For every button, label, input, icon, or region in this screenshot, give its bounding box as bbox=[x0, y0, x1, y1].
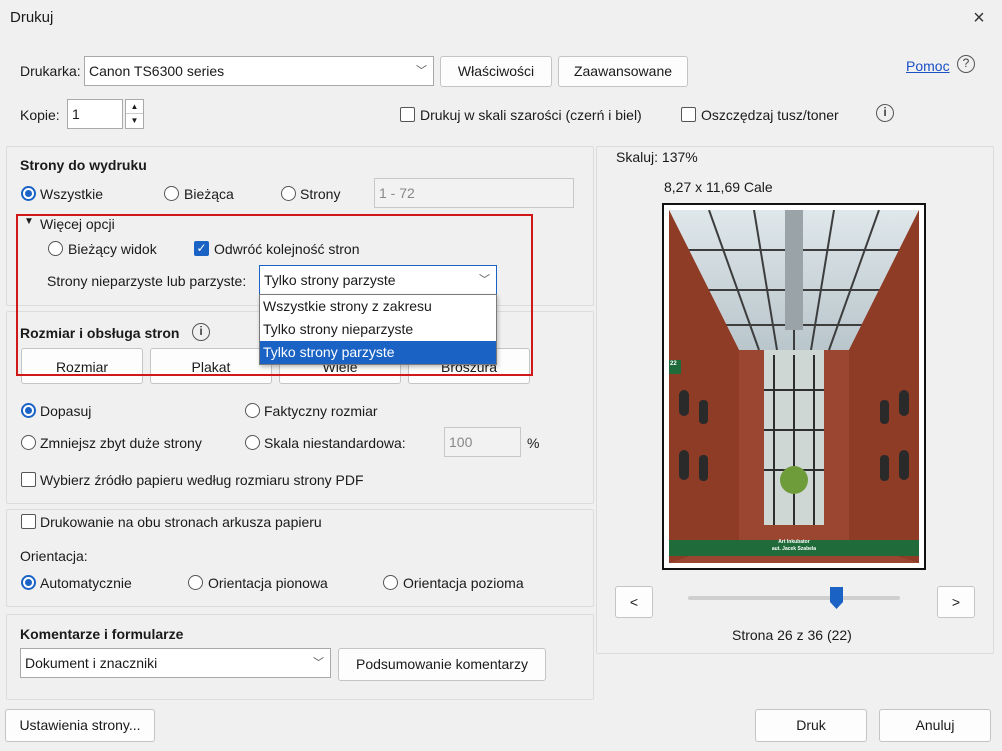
close-icon[interactable]: × bbox=[966, 4, 992, 32]
page-caption-line1: Art Inkubator bbox=[778, 539, 810, 545]
stepper-down-icon[interactable]: ▼ bbox=[126, 114, 143, 128]
copies-input[interactable]: 1 bbox=[67, 99, 123, 129]
page-preview: 22 Art Inkubator aut. Jacek Szabela bbox=[662, 203, 926, 570]
pages-range-input[interactable]: 1 - 72 bbox=[374, 178, 574, 208]
shrink-label: Zmniejsz zbyt duże strony bbox=[40, 435, 202, 451]
page-status: Strona 26 z 36 (22) bbox=[732, 627, 852, 643]
orientation-landscape-label: Orientacja pozioma bbox=[403, 575, 524, 591]
percent-label: % bbox=[527, 435, 540, 451]
page-slider-track[interactable] bbox=[688, 596, 900, 600]
cancel-button[interactable]: Anuluj bbox=[879, 709, 991, 742]
all-pages-label: Wszystkie bbox=[40, 186, 103, 202]
scale-label: Skaluj: 137% bbox=[616, 149, 698, 165]
page-badge: 22 bbox=[670, 361, 677, 367]
page-caption-line2: aut. Jacek Szabela bbox=[771, 546, 817, 552]
actual-size-radio[interactable] bbox=[245, 403, 260, 418]
shrink-radio[interactable] bbox=[21, 435, 36, 450]
comments-selected-value: Dokument i znaczniki bbox=[25, 655, 158, 671]
summarize-comments-button[interactable]: Podsumowanie komentarzy bbox=[338, 648, 546, 681]
highlight-annotation bbox=[16, 214, 533, 376]
pages-range-label: Strony bbox=[300, 186, 341, 202]
printer-label: Drukarka: bbox=[20, 63, 81, 79]
grayscale-checkbox[interactable] bbox=[400, 107, 415, 122]
orientation-portrait-label: Orientacja pionowa bbox=[208, 575, 328, 591]
copies-label: Kopie: bbox=[20, 107, 60, 123]
fit-label: Dopasuj bbox=[40, 403, 92, 419]
printer-select[interactable]: Canon TS6300 series ﹀ bbox=[84, 56, 434, 86]
prev-page-button[interactable]: < bbox=[615, 586, 653, 618]
custom-scale-input[interactable]: 100 bbox=[444, 427, 521, 457]
paper-source-checkbox[interactable] bbox=[21, 472, 36, 487]
current-page-label: Bieżąca bbox=[184, 186, 234, 202]
comments-heading: Komentarze i formularze bbox=[20, 626, 184, 642]
pages-range-radio[interactable] bbox=[281, 186, 296, 201]
current-page-radio[interactable] bbox=[164, 186, 179, 201]
paper-source-label: Wybierz źródło papieru według rozmiaru s… bbox=[40, 472, 364, 488]
orientation-auto-label: Automatycznie bbox=[40, 575, 132, 591]
page-setup-button[interactable]: Ustawienia strony... bbox=[5, 709, 155, 742]
paper-size-label: 8,27 x 11,69 Cale bbox=[664, 179, 773, 195]
printer-selected-value: Canon TS6300 series bbox=[89, 63, 225, 79]
help-icon[interactable]: ? bbox=[957, 55, 975, 73]
duplex-label: Drukowanie na obu stronach arkusza papie… bbox=[40, 514, 322, 530]
page-photo: 22 Art Inkubator aut. Jacek Szabela bbox=[669, 210, 919, 563]
chevron-down-icon: ﹀ bbox=[313, 657, 324, 669]
atrium-photo bbox=[669, 210, 919, 563]
dialog-title: Drukuj bbox=[10, 9, 54, 26]
orientation-auto-radio[interactable] bbox=[21, 575, 36, 590]
actual-size-label: Faktyczny rozmiar bbox=[264, 403, 378, 419]
save-ink-label: Oszczędzaj tusz/toner bbox=[701, 107, 839, 123]
orientation-landscape-radio[interactable] bbox=[383, 575, 398, 590]
stepper-up-icon[interactable]: ▲ bbox=[126, 100, 143, 114]
pages-heading: Strony do wydruku bbox=[20, 157, 147, 173]
help-link[interactable]: Pomoc bbox=[906, 58, 950, 74]
properties-button[interactable]: Właściwości bbox=[440, 56, 552, 87]
print-button[interactable]: Druk bbox=[755, 709, 867, 742]
fit-radio[interactable] bbox=[21, 403, 36, 418]
info-icon[interactable]: i bbox=[876, 104, 894, 122]
all-pages-radio[interactable] bbox=[21, 186, 36, 201]
page-slider-thumb[interactable] bbox=[830, 587, 843, 609]
orientation-label: Orientacja: bbox=[20, 548, 88, 564]
duplex-checkbox[interactable] bbox=[21, 514, 36, 529]
next-page-button[interactable]: > bbox=[937, 586, 975, 618]
page-caption: Art Inkubator aut. Jacek Szabela bbox=[669, 539, 919, 553]
grayscale-label: Drukuj w skali szarości (czerń i biel) bbox=[420, 107, 642, 123]
custom-scale-label: Skala niestandardowa: bbox=[264, 435, 406, 451]
title-bar: Drukuj × bbox=[0, 0, 1002, 38]
chevron-down-icon: ﹀ bbox=[416, 65, 427, 77]
custom-scale-radio[interactable] bbox=[245, 435, 260, 450]
comments-select[interactable]: Dokument i znaczniki ﹀ bbox=[20, 648, 331, 678]
copies-stepper[interactable]: ▲ ▼ bbox=[125, 99, 144, 129]
orientation-portrait-radio[interactable] bbox=[188, 575, 203, 590]
advanced-button[interactable]: Zaawansowane bbox=[558, 56, 688, 87]
save-ink-checkbox[interactable] bbox=[681, 107, 696, 122]
